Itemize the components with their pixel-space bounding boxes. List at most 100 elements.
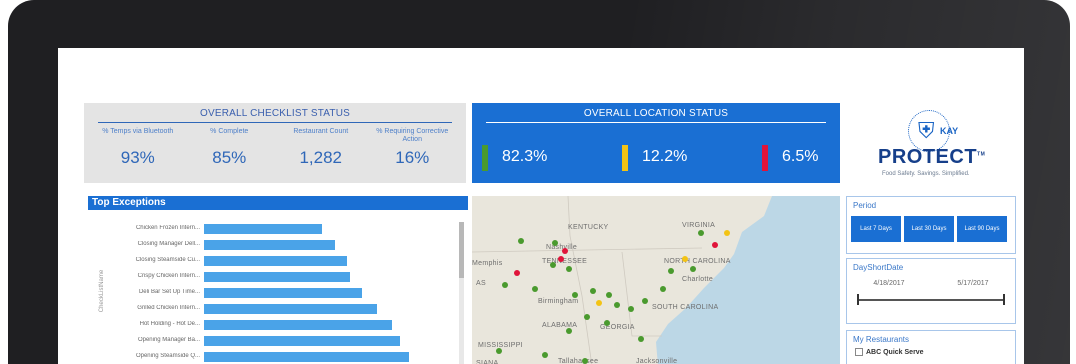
laptop-bezel: OVERALL CHECKLIST STATUS % Temps via Blu…	[8, 0, 1070, 364]
exception-bar[interactable]	[204, 288, 362, 298]
restaurant-location-dot[interactable]	[638, 336, 644, 342]
status-value-red: 6.5%	[782, 148, 819, 165]
exception-bar[interactable]	[204, 320, 392, 330]
map-land	[472, 196, 772, 364]
exceptions-title: Top Exceptions	[88, 196, 468, 210]
restaurant-location-dot[interactable]	[628, 306, 634, 312]
restaurant-location-dot[interactable]	[502, 282, 508, 288]
start-date[interactable]: 4/18/2017	[873, 280, 904, 287]
date-filter: DayShortDate 4/18/2017 5/17/2017	[846, 258, 1016, 324]
restaurant-location-dot[interactable]	[558, 256, 564, 262]
logo-kay-mark: KAY	[940, 126, 959, 136]
period-buttons: Last 7 Days Last 30 Days Last 90 Days	[847, 214, 1015, 244]
status-value-green: 82.3%	[502, 148, 548, 165]
exception-label: Closing Manager Dell...	[137, 241, 200, 247]
restaurant-location-dot[interactable]	[596, 300, 602, 306]
restaurant-item[interactable]: ABC Quick Serve	[847, 348, 1015, 356]
restaurant-location-dot[interactable]	[518, 238, 524, 244]
restaurant-location-dot[interactable]	[614, 302, 620, 308]
exception-label: Closing Steamside Cu...	[135, 257, 200, 263]
map-place-label: Charlotte	[682, 276, 714, 283]
exception-bar[interactable]	[204, 352, 409, 362]
location-title-rule	[486, 122, 826, 123]
date-range: 4/18/2017 5/17/2017	[847, 276, 1015, 287]
status-value-yellow: 12.2%	[642, 148, 688, 165]
top-exceptions-panel: Top Exceptions CheckListName Chicken Fro…	[88, 196, 468, 364]
exception-bar[interactable]	[204, 304, 377, 314]
exception-label: Opening Manager Ba...	[137, 337, 200, 343]
checkbox-icon[interactable]	[855, 348, 863, 356]
restaurant-location-dot[interactable]	[584, 314, 590, 320]
restaurant-location-dot[interactable]	[514, 270, 520, 276]
restaurant-location-dot[interactable]	[660, 286, 666, 292]
restaurant-location-dot[interactable]	[690, 266, 696, 272]
restaurant-location-dot[interactable]	[566, 328, 572, 334]
restaurant-location-dot[interactable]	[724, 230, 730, 236]
logo-brand: PROTECT	[878, 146, 978, 168]
restaurant-location-dot[interactable]	[550, 262, 556, 268]
metric-value: 85%	[212, 148, 247, 167]
exception-label: Opening Steamside Q...	[135, 353, 200, 359]
metric-corrective-action: % Requiring Corrective Action 16%	[368, 128, 456, 168]
status-bar-green	[482, 145, 488, 171]
date-slider[interactable]	[857, 293, 1005, 307]
map-place-label: KENTUCKY	[568, 224, 609, 231]
restaurants-filter: My Restaurants ABC Quick Serve	[846, 330, 1016, 364]
map-place-label: VIRGINIA	[682, 222, 716, 229]
restaurant-location-dot[interactable]	[552, 240, 558, 246]
restaurant-location-dot[interactable]	[532, 286, 538, 292]
slider-handle-end[interactable]	[1003, 294, 1005, 305]
last-30-days-button[interactable]: Last 30 Days	[904, 216, 954, 242]
location-title: OVERALL LOCATION STATUS	[583, 108, 729, 119]
map-place-label: Birmingham	[538, 298, 579, 305]
exception-bar[interactable]	[204, 240, 335, 250]
map-place-label: SOUTH CAROLINA	[652, 304, 719, 311]
restaurant-location-dot[interactable]	[572, 292, 578, 298]
exception-label: Grilled Chicken Intern...	[137, 305, 200, 311]
exception-bar[interactable]	[204, 256, 347, 266]
last-7-days-button[interactable]: Last 7 Days	[851, 216, 901, 242]
checklist-status-panel: OVERALL CHECKLIST STATUS % Temps via Blu…	[84, 103, 466, 183]
restaurant-location-dot[interactable]	[698, 230, 704, 236]
period-title: Period	[853, 201, 877, 210]
slider-track	[857, 299, 1005, 301]
logo-tagline: Food Safety. Savings. Simplified.	[882, 171, 970, 177]
end-date[interactable]: 5/17/2017	[957, 280, 988, 287]
restaurant-location-dot[interactable]	[642, 298, 648, 304]
restaurant-location-dot[interactable]	[712, 242, 718, 248]
location-status-row: 82.3% 12.2% 6.5%	[472, 145, 840, 171]
restaurant-location-dot[interactable]	[582, 358, 588, 364]
exception-bar[interactable]	[204, 272, 350, 282]
status-bar-yellow	[622, 145, 628, 171]
kay-protect-logo: ⛨ KAY PROTECTTM Food Safety. Savings. Si…	[870, 110, 985, 180]
restaurant-location-dot[interactable]	[606, 292, 612, 298]
restaurant-location-dot[interactable]	[682, 256, 688, 262]
slider-handle-start[interactable]	[857, 294, 859, 305]
location-map[interactable]: KENTUCKY VIRGINIA Nashville TENNESSEE Memphi…	[472, 196, 840, 364]
scrollbar-thumb[interactable]	[459, 222, 464, 278]
exception-bar[interactable]	[204, 336, 400, 346]
restaurant-location-dot[interactable]	[496, 348, 502, 354]
metric-value: 16%	[395, 148, 430, 167]
last-90-days-button[interactable]: Last 90 Days	[957, 216, 1007, 242]
shield-icon: ⛨	[918, 118, 935, 143]
metric-temps-bluetooth: % Temps via Bluetooth 93%	[94, 128, 182, 168]
checklist-metrics: % Temps via Bluetooth 93% % Complete 85%…	[84, 123, 466, 168]
exception-bar[interactable]	[204, 224, 322, 234]
restaurant-location-dot[interactable]	[562, 248, 568, 254]
date-title: DayShortDate	[853, 263, 904, 272]
restaurant-location-dot[interactable]	[566, 266, 572, 272]
exception-label: Chicken Frozen Intern...	[135, 225, 200, 231]
exceptions-axis-label: CheckListName	[99, 269, 105, 313]
map-place-label: NORTH CAROLINA	[664, 258, 731, 265]
exceptions-axis: CheckListName	[94, 236, 106, 356]
restaurant-location-dot[interactable]	[542, 352, 548, 358]
restaurant-location-dot[interactable]	[604, 320, 610, 326]
restaurant-location-dot[interactable]	[590, 288, 596, 294]
exceptions-scrollbar[interactable]	[459, 222, 464, 364]
metric-complete: % Complete 85%	[185, 128, 273, 168]
restaurant-location-dot[interactable]	[668, 268, 674, 274]
exception-label: Deli Bar Set Up Time...	[138, 289, 200, 295]
location-status-panel: OVERALL LOCATION STATUS 82.3% 12.2% 6.5%	[472, 103, 840, 183]
metric-restaurant-count: Restaurant Count 1,282	[277, 128, 365, 168]
